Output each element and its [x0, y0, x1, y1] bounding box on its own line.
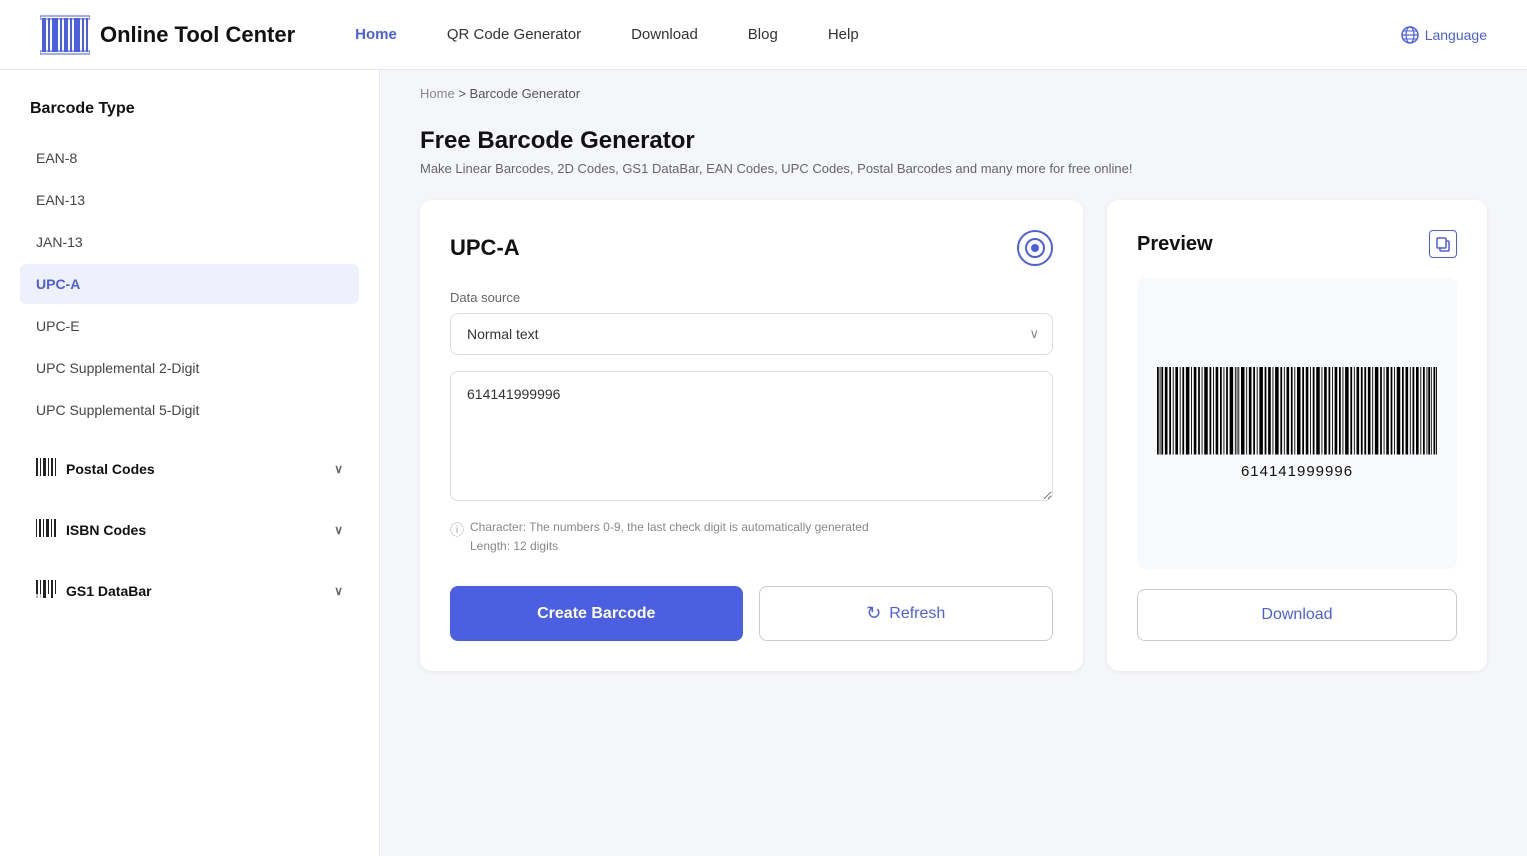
refresh-label: Refresh — [889, 605, 945, 623]
preview-header: Preview — [1137, 230, 1457, 258]
sidebar-item-upc-supp2[interactable]: UPC Supplemental 2-Digit — [20, 348, 359, 388]
nav-download[interactable]: Download — [631, 26, 698, 43]
postal-chevron-icon: ∨ — [334, 462, 343, 476]
postal-group-label: Postal Codes — [66, 461, 334, 477]
sidebar-item-upce[interactable]: UPC-E — [20, 306, 359, 346]
isbn-barcode-icon — [36, 519, 56, 537]
refresh-button[interactable]: ↻ Refresh — [759, 586, 1054, 641]
language-label: Language — [1425, 27, 1487, 43]
page-layout: Barcode Type EAN-8 EAN-13 JAN-13 UPC-A U… — [0, 70, 1527, 856]
logo-link[interactable]: Online Tool Center — [40, 10, 295, 60]
sidebar-group-isbn: ISBN Codes ∨ — [20, 507, 359, 552]
nav-blog[interactable]: Blog — [748, 26, 778, 43]
sidebar-group-postal: Postal Codes ∨ — [20, 446, 359, 491]
nav-qr[interactable]: QR Code Generator — [447, 26, 581, 43]
main-nav: Home QR Code Generator Download Blog Hel… — [355, 26, 1401, 43]
generator-card: UPC-A Data source Normal text Base64 dec… — [420, 200, 1083, 671]
sidebar-item-ean8[interactable]: EAN-8 — [20, 138, 359, 178]
main-content: Home > Barcode Generator Free Barcode Ge… — [380, 70, 1527, 856]
generator-card-title: UPC-A — [450, 235, 520, 261]
header: Online Tool Center Home QR Code Generato… — [0, 0, 1527, 70]
breadcrumb: Home > Barcode Generator — [380, 70, 1527, 117]
barcode-image — [1157, 367, 1437, 455]
isbn-group-label: ISBN Codes — [66, 522, 334, 538]
barcode-display: 614141999996 — [1137, 278, 1457, 569]
generator-wrapper: UPC-A Data source Normal text Base64 dec… — [420, 200, 1487, 671]
logo-icon — [40, 10, 90, 60]
data-source-select[interactable]: Normal text Base64 decode URL encode — [450, 313, 1053, 355]
gs1-group-label: GS1 DataBar — [66, 583, 334, 599]
refresh-icon: ↻ — [866, 603, 881, 624]
info-icon: ⓘ — [450, 519, 464, 541]
logo-text: Online Tool Center — [100, 22, 295, 48]
barcode-input[interactable]: 614141999996 — [450, 371, 1053, 501]
breadcrumb-home[interactable]: Home — [420, 86, 455, 101]
page-title: Free Barcode Generator — [420, 127, 1487, 155]
copy-icon — [1435, 236, 1451, 252]
sidebar-group-gs1-header[interactable]: GS1 DataBar ∨ — [20, 568, 359, 613]
download-button[interactable]: Download — [1137, 589, 1457, 641]
nav-home[interactable]: Home — [355, 26, 397, 43]
gs1-chevron-icon: ∨ — [334, 584, 343, 598]
page-subtitle: Make Linear Barcodes, 2D Codes, GS1 Data… — [420, 161, 1487, 176]
sidebar-title: Barcode Type — [20, 100, 359, 118]
sidebar-group-postal-header[interactable]: Postal Codes ∨ — [20, 446, 359, 491]
generator-card-header: UPC-A — [450, 230, 1053, 266]
postal-group-icon — [36, 458, 56, 479]
content-area: Free Barcode Generator Make Linear Barco… — [380, 117, 1527, 711]
data-source-select-wrapper: Normal text Base64 decode URL encode ∨ — [450, 313, 1053, 355]
preview-card: Preview — [1107, 200, 1487, 671]
hint-text: ⓘ Character: The numbers 0-9, the last c… — [450, 518, 1053, 556]
sidebar-group-gs1: GS1 DataBar ∨ — [20, 568, 359, 613]
nav-help[interactable]: Help — [828, 26, 859, 43]
isbn-group-icon — [36, 519, 56, 540]
data-source-label: Data source — [450, 290, 1053, 305]
sidebar-item-jan13[interactable]: JAN-13 — [20, 222, 359, 262]
create-barcode-button[interactable]: Create Barcode — [450, 586, 743, 641]
sidebar-item-ean13[interactable]: EAN-13 — [20, 180, 359, 220]
sidebar-group-isbn-header[interactable]: ISBN Codes ∨ — [20, 507, 359, 552]
language-button[interactable]: Language — [1401, 26, 1487, 44]
breadcrumb-current: Barcode Generator — [470, 86, 581, 101]
sidebar-item-upc-supp5[interactable]: UPC Supplemental 5-Digit — [20, 390, 359, 430]
breadcrumb-separator: > — [458, 86, 466, 101]
gs1-barcode-icon — [36, 580, 56, 598]
action-buttons: Create Barcode ↻ Refresh — [450, 586, 1053, 641]
target-icon-inner — [1031, 244, 1039, 252]
barcode-number: 614141999996 — [1241, 463, 1353, 480]
copy-button[interactable] — [1429, 230, 1457, 258]
postal-barcode-icon — [36, 458, 56, 476]
isbn-chevron-icon: ∨ — [334, 523, 343, 537]
gs1-group-icon — [36, 580, 56, 601]
target-icon — [1017, 230, 1053, 266]
preview-title: Preview — [1137, 233, 1213, 256]
globe-icon — [1401, 26, 1419, 44]
sidebar: Barcode Type EAN-8 EAN-13 JAN-13 UPC-A U… — [0, 70, 380, 856]
hint-content: Character: The numbers 0-9, the last che… — [470, 518, 869, 556]
sidebar-item-upca[interactable]: UPC-A — [20, 264, 359, 304]
